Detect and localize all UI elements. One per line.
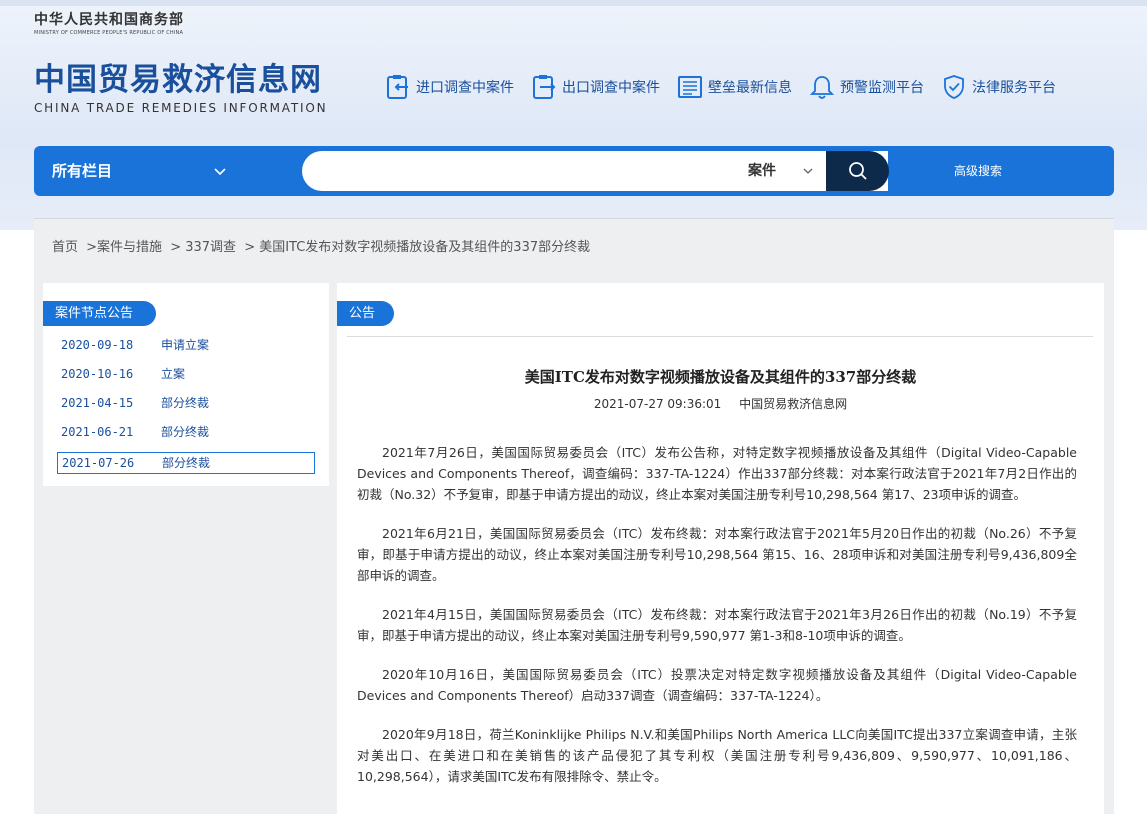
- ministry-name-cn: 中华人民共和国商务部: [34, 12, 184, 28]
- top-navigation: 进口调查中案件 出口调查中案件 壁垒最新信息 预警监测平台 法律服务平台: [384, 73, 1072, 101]
- article-paragraph: 2021年6月21日，美国国际贸易委员会（ITC）发布终裁：对本案行政法官于20…: [357, 526, 1077, 583]
- ministry-name-en: MINISTRY OF COMMERCE PEOPLE'S REPUBLIC O…: [34, 30, 184, 36]
- list-item[interactable]: 2020-10-16 立案: [57, 363, 315, 392]
- search-input[interactable]: [322, 156, 722, 186]
- site-name-en: CHINA TRADE REMEDIES INFORMATION: [34, 101, 328, 115]
- search-box: 案件: [302, 151, 888, 191]
- nav-warning-platform[interactable]: 预警监测平台: [808, 73, 924, 101]
- nav-import-cases[interactable]: 进口调查中案件: [384, 73, 514, 101]
- advanced-search-link[interactable]: 高级搜索: [954, 146, 1002, 196]
- case-notice-panel: 案件节点公告 2020-09-18 申请立案 2020-10-16 立案 202…: [43, 283, 329, 486]
- article-datetime: 2021-07-27 09:36:01: [593, 397, 722, 411]
- nav-import-cases-label: 进口调查中案件: [416, 80, 514, 96]
- article-paragraph: 2020年10月16日，美国国际贸易委员会（ITC）投票决定对特定数字视频播放设…: [357, 667, 1077, 703]
- announcement-panel: 公告 美国ITC发布对数字视频播放设备及其组件的337部分终裁 2021-07-…: [337, 283, 1104, 814]
- notice-type: 申请立案: [161, 338, 210, 352]
- search-button[interactable]: [826, 151, 889, 191]
- chevron-down-icon[interactable]: [802, 165, 814, 177]
- article-source: 中国贸易救济信息网: [739, 397, 848, 411]
- search-bar: 所有栏目 案件 高级搜索: [34, 146, 1114, 196]
- breadcrumb-337[interactable]: > 337调查: [170, 240, 236, 255]
- all-columns-select[interactable]: 所有栏目: [52, 146, 112, 196]
- breadcrumb: 首页 >案件与措施 > 337调查 > 美国ITC发布对数字视频播放设备及其组件…: [52, 236, 594, 255]
- export-case-icon: [533, 75, 556, 99]
- case-notice-title: 案件节点公告: [43, 301, 156, 326]
- notice-date: 2020-10-16: [61, 367, 134, 381]
- list-item[interactable]: 2020-09-18 申请立案: [57, 334, 315, 363]
- notice-type: 部分终裁: [161, 425, 210, 439]
- case-notice-list: 2020-09-18 申请立案 2020-10-16 立案 2021-04-15…: [57, 334, 315, 474]
- search-icon: [848, 162, 867, 180]
- top-strip: [0, 0, 1147, 6]
- notice-date: 2021-04-15: [61, 396, 134, 410]
- announcement-title-tag: 公告: [337, 301, 394, 326]
- chevron-down-icon[interactable]: [212, 163, 228, 179]
- nav-warning-platform-label: 预警监测平台: [840, 80, 924, 96]
- notice-date: 2021-07-26: [62, 456, 135, 470]
- import-case-icon: [387, 75, 408, 99]
- shield-icon: [944, 75, 964, 99]
- site-logo[interactable]: 中国贸易救济信息网 CHINA TRADE REMEDIES INFORMATI…: [34, 62, 327, 115]
- category-select[interactable]: 案件: [748, 151, 776, 191]
- nav-legal-service[interactable]: 法律服务平台: [940, 73, 1056, 101]
- breadcrumb-cases[interactable]: >案件与措施: [86, 240, 162, 255]
- notice-date: 2020-09-18: [61, 338, 134, 352]
- article-title: 美国ITC发布对数字视频播放设备及其组件的337部分终裁: [524, 368, 917, 386]
- notice-type: 立案: [161, 367, 186, 381]
- article-meta: 2021-07-27 09:36:01 中国贸易救济信息网: [337, 395, 1104, 412]
- site-name-cn: 中国贸易救济信息网: [34, 62, 322, 98]
- notice-type: 部分终裁: [162, 456, 211, 470]
- breadcrumb-current: > 美国ITC发布对数字视频播放设备及其组件的337部分终裁: [244, 240, 591, 255]
- ministry-logo[interactable]: 中华人民共和国商务部 MINISTRY OF COMMERCE PEOPLE'S…: [34, 9, 184, 36]
- list-item[interactable]: 2021-04-15 部分终裁: [57, 392, 315, 421]
- list-item[interactable]: 2021-06-21 部分终裁: [57, 421, 315, 450]
- list-item-active[interactable]: 2021-07-26 部分终裁: [57, 452, 315, 474]
- article-body: 2021年7月26日，美国国际贸易委员会（ITC）发布公告称，对特定数字视频播放…: [357, 442, 1077, 805]
- nav-export-cases-label: 出口调查中案件: [562, 80, 660, 96]
- nav-barrier-info-label: 壁垒最新信息: [708, 80, 792, 96]
- divider: [347, 336, 1093, 337]
- barrier-info-icon: [678, 76, 702, 98]
- bell-icon: [809, 76, 835, 99]
- notice-type: 部分终裁: [161, 396, 210, 410]
- nav-export-cases[interactable]: 出口调查中案件: [530, 73, 660, 101]
- article-paragraph: 2021年4月15日，美国国际贸易委员会（ITC）发布终裁：对本案行政法官于20…: [357, 607, 1077, 643]
- breadcrumb-home[interactable]: 首页: [52, 240, 78, 255]
- nav-legal-service-label: 法律服务平台: [972, 80, 1056, 96]
- nav-barrier-info[interactable]: 壁垒最新信息: [676, 73, 792, 101]
- article-paragraph: 2021年7月26日，美国国际贸易委员会（ITC）发布公告称，对特定数字视频播放…: [357, 445, 1077, 502]
- notice-date: 2021-06-21: [61, 425, 134, 439]
- article-paragraph: 2020年9月18日，荷兰Koninklijke Philips N.V.和美国…: [357, 727, 1077, 784]
